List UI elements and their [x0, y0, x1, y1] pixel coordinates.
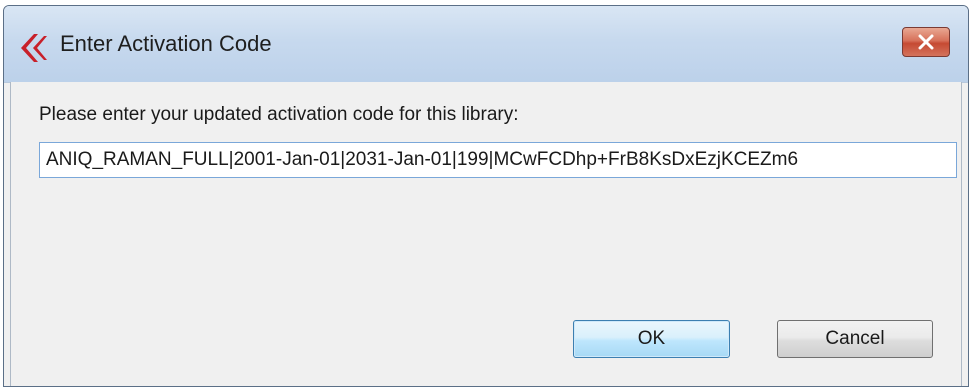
- activation-dialog-window: Enter Activation Code Please enter your …: [3, 5, 969, 387]
- title-bar[interactable]: Enter Activation Code: [4, 6, 968, 83]
- app-logo-icon: [14, 30, 50, 66]
- close-x-icon: [917, 34, 935, 50]
- activation-prompt-label: Please enter your updated activation cod…: [39, 104, 519, 125]
- window-title: Enter Activation Code: [60, 31, 272, 56]
- close-button[interactable]: [902, 27, 950, 57]
- activation-code-input[interactable]: [39, 142, 957, 178]
- dialog-body: Please enter your updated activation cod…: [10, 82, 962, 386]
- cancel-button[interactable]: Cancel: [777, 320, 933, 358]
- ok-button[interactable]: OK: [573, 320, 730, 358]
